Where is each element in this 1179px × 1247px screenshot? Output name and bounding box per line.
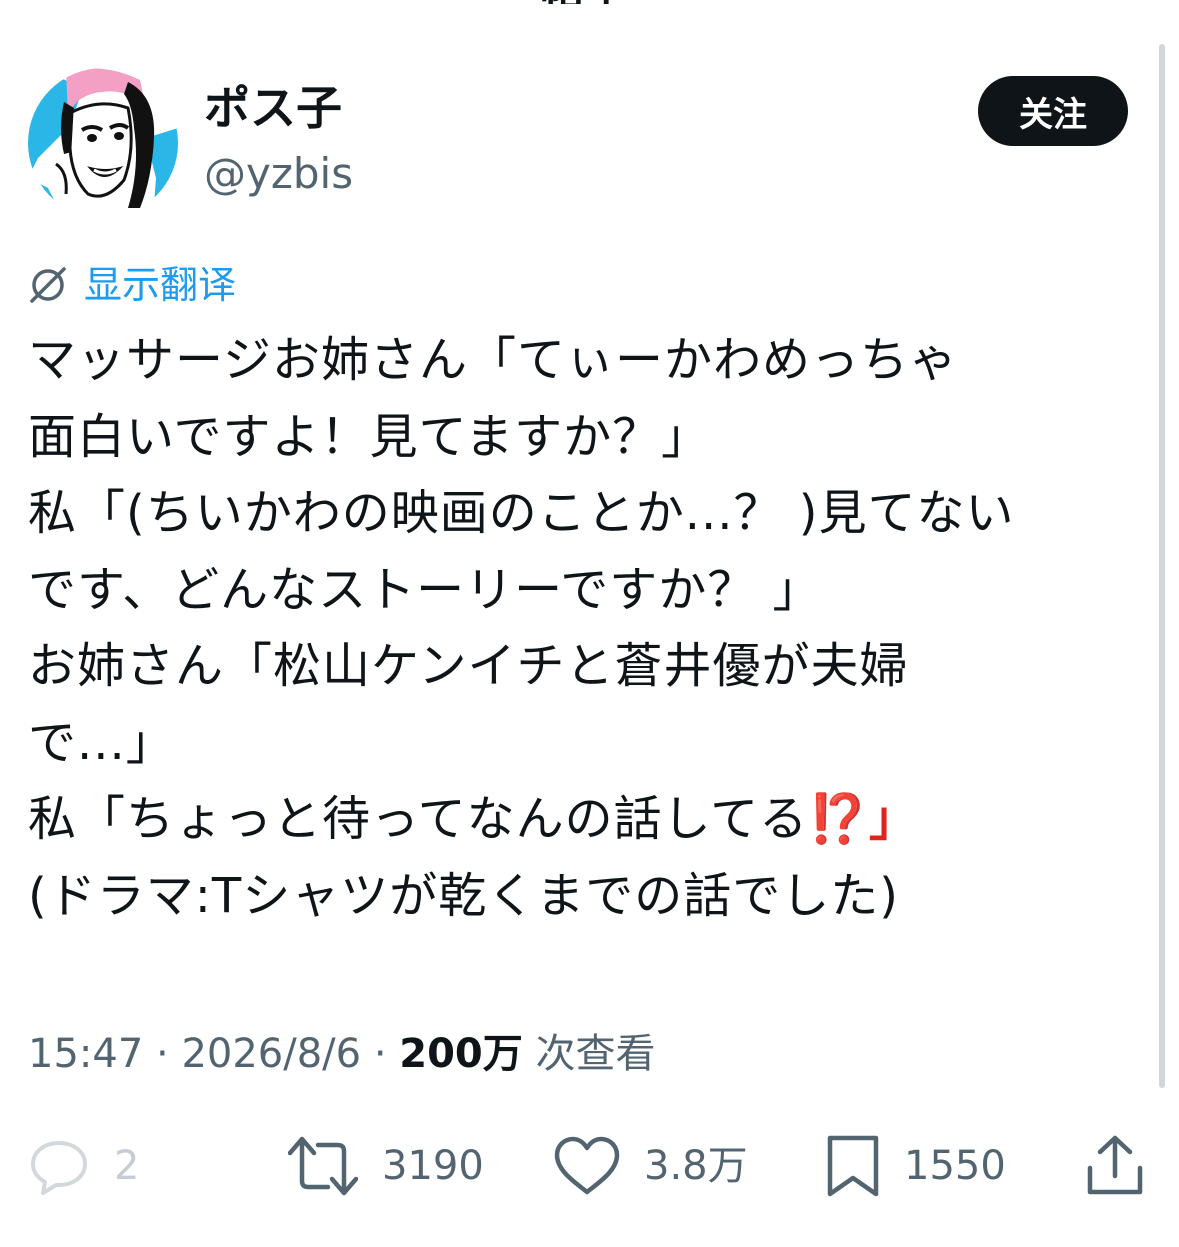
translate-globe-icon — [30, 267, 66, 303]
top-title-fragment: 帖子 — [540, 0, 640, 4]
like-button[interactable]: 3.8万 — [554, 1130, 748, 1202]
tweet-meta: 15:47 · 2026/8/6 · 200万 次查看 — [28, 1026, 655, 1082]
show-translation-link[interactable]: 显示翻译 — [28, 255, 236, 315]
share-icon — [1087, 1135, 1143, 1195]
exclamation-question-emoji: ⁉️」 — [808, 791, 918, 847]
meta-separator: · — [156, 1031, 169, 1077]
reply-icon — [31, 1141, 87, 1195]
views-count: 200万 — [399, 1031, 523, 1077]
meta-separator: · — [373, 1031, 387, 1077]
bookmark-icon — [827, 1135, 879, 1197]
avatar-illustration — [28, 68, 178, 218]
tweet-header: ポス子 @yzbis 关注 — [28, 68, 1138, 218]
show-translation-label: 显示翻译 — [84, 263, 237, 307]
retweet-count: 3190 — [382, 1143, 484, 1189]
tweet-date[interactable]: 2026/8/6 — [181, 1031, 361, 1077]
user-handle[interactable]: @yzbis — [204, 146, 353, 202]
heart-icon — [554, 1136, 620, 1195]
reply-button[interactable]: 2 — [28, 1130, 139, 1202]
like-count: 3.8万 — [644, 1143, 748, 1189]
tweet-text: マッサージお姉さん「てぃーかわめっちゃ 面白いですよ！見てますか？」 私「(ちい… — [28, 322, 1143, 934]
bookmark-button[interactable]: 1550 — [826, 1130, 1006, 1202]
scrollbar[interactable] — [1159, 44, 1165, 1088]
top-title-text: 帖子 — [540, 0, 640, 4]
tweet-line: 面白いですよ！見てますか？」 — [28, 408, 711, 465]
retweet-icon — [288, 1136, 358, 1196]
tweet-time[interactable]: 15:47 — [28, 1031, 143, 1077]
tweet-line: です、どんなストーリーですか？ 」 — [28, 561, 822, 618]
retweet-button[interactable]: 3190 — [288, 1130, 484, 1202]
follow-button[interactable]: 关注 — [978, 76, 1128, 146]
avatar[interactable] — [28, 68, 178, 218]
tweet-line: 私「(ちいかわの映画のことか...？ )見てない — [28, 485, 1015, 541]
tweet-line: (ドラマ:Tシャツが乾くまでの話でした) — [28, 867, 899, 924]
tweet-line: マッサージお姉さん「てぃーかわめっちゃ — [28, 332, 959, 388]
tweet-line-text: 私「ちょっと待ってなんの話してる — [28, 791, 809, 847]
reply-count: 2 — [114, 1143, 140, 1189]
bookmark-count: 1550 — [904, 1143, 1006, 1189]
tweet-line: で...」 — [28, 714, 175, 771]
tweet-line: お姉さん「松山ケンイチと蒼井優が夫婦 — [28, 638, 909, 694]
tweet-line: 私「ちょっと待ってなんの話してる⁉️」 — [28, 781, 1143, 858]
share-button[interactable] — [1086, 1130, 1144, 1202]
tweet-action-bar: 2 3190 3.8万 1550 — [0, 1130, 1179, 1202]
views-label: 次查看 — [535, 1031, 656, 1077]
display-name[interactable]: ポス子 — [204, 80, 342, 136]
